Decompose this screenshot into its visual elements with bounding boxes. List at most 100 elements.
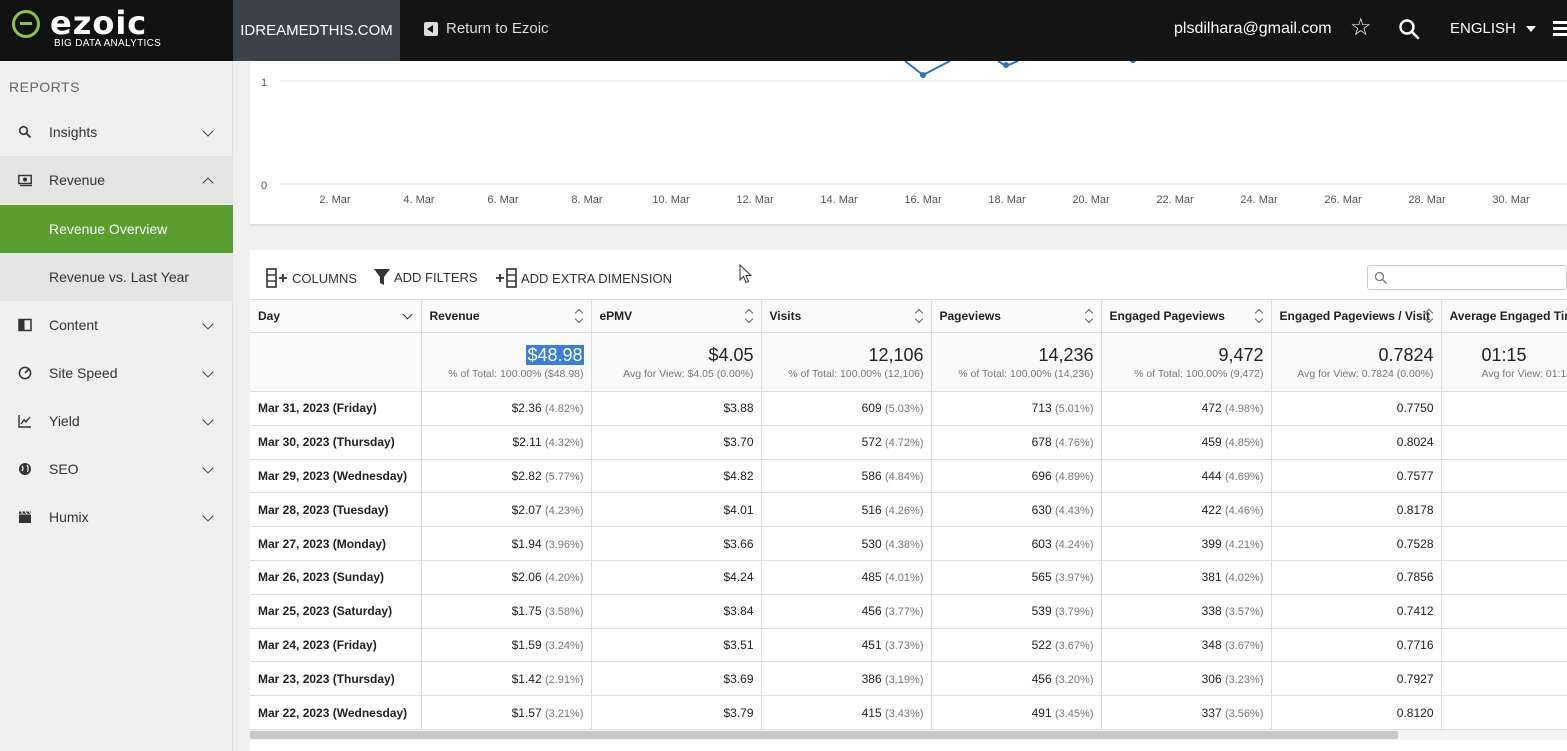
user-email[interactable]: plsdilhara@gmail.com bbox=[1174, 20, 1332, 38]
return-to-ezoic-button[interactable]: Return to Ezoic bbox=[424, 20, 549, 37]
sidebar-item-revenue-overview[interactable]: Revenue Overview bbox=[0, 205, 233, 253]
cell-value: Mar 27, 2023 (Monday) bbox=[258, 536, 387, 551]
cell-value: Mar 31, 2023 (Friday) bbox=[258, 401, 377, 416]
cell-value: $3.66 bbox=[723, 536, 754, 551]
sidebar-item-content[interactable]: Content bbox=[0, 301, 233, 349]
cell-value: $1.42 bbox=[511, 671, 542, 686]
cell-value: 306 bbox=[1201, 671, 1222, 686]
cell-percentage: (5.03%) bbox=[884, 403, 924, 416]
column-header-engaged-pageviews[interactable]: Engaged Pageviews bbox=[1101, 299, 1272, 333]
day-cell: Mar 24, 2023 (Friday) bbox=[250, 628, 422, 663]
add-filters-button[interactable]: ADD FILTERS bbox=[374, 268, 478, 286]
language-selector[interactable]: ENGLISH bbox=[1450, 20, 1536, 37]
summary-cell-engaged-pv-visit: 0.7824 Avg for View: 0.7824 (0.00%) bbox=[1271, 332, 1442, 392]
search-icon[interactable] bbox=[1398, 18, 1420, 40]
revenue-cell: $1.94 (3.96%) bbox=[421, 526, 592, 561]
table-row[interactable]: Mar 23, 2023 (Thursday) $1.42 (2.91%) $3.6… bbox=[250, 661, 1567, 697]
cell-value: 422 bbox=[1201, 502, 1222, 517]
cell-percentage: (4.02%) bbox=[1224, 572, 1264, 585]
engaged-pv-visit-cell: 0.7577 bbox=[1271, 459, 1442, 494]
star-icon[interactable]: ☆ bbox=[1350, 16, 1372, 40]
back-arrow-icon bbox=[424, 21, 438, 36]
sidebar-item-label: SEO bbox=[49, 461, 79, 477]
ezoic-logo[interactable]: ezoic BIG DATA ANALYTICS bbox=[0, 0, 233, 61]
visits-cell: 485 (4.01%) bbox=[761, 560, 932, 595]
table-row[interactable]: Mar 26, 2023 (Sunday) $2.06 (4.20%) $4.24 4… bbox=[250, 560, 1567, 595]
sidebar-item-label: Humix bbox=[49, 509, 89, 525]
x-tick-label: 24. Mar bbox=[1240, 194, 1278, 206]
sidebar-item-humix[interactable]: Humix bbox=[0, 493, 233, 541]
site-selector-button[interactable]: IDREAMEDTHIS.COM bbox=[233, 0, 400, 61]
revenue-cell: $1.42 (2.91%) bbox=[421, 661, 592, 697]
cell-value: $4.24 bbox=[723, 570, 754, 585]
avg-engaged-time-cell bbox=[1441, 560, 1567, 595]
cell-percentage: (3.24%) bbox=[544, 639, 584, 652]
cell-value: 516 bbox=[861, 502, 882, 517]
table-row[interactable]: Mar 25, 2023 (Saturday) $1.75 (3.58%) $3.8… bbox=[250, 594, 1567, 629]
table-search[interactable] bbox=[1367, 265, 1567, 290]
cell-value: 451 bbox=[861, 637, 882, 652]
column-header-engaged-pageviews-per-visit[interactable]: Engaged Pageviews / Visit bbox=[1271, 299, 1442, 333]
sidebar-item-insights[interactable]: Insights bbox=[0, 108, 233, 156]
revenue-cell: $2.36 (4.82%) bbox=[421, 391, 592, 426]
table-row[interactable]: Mar 31, 2023 (Friday) $2.36 (4.82%) $3.88 6… bbox=[250, 391, 1567, 426]
sidebar-item-seo[interactable]: SEO bbox=[0, 445, 233, 493]
revenue-cell: $2.07 (4.23%) bbox=[421, 492, 592, 528]
table-row[interactable]: Mar 24, 2023 (Friday) $1.59 (3.24%) $3.51 4… bbox=[250, 628, 1567, 663]
cell-percentage: (3.67%) bbox=[1224, 639, 1264, 652]
day-cell: Mar 23, 2023 (Thursday) bbox=[250, 661, 422, 697]
summary-note: % of Total: 100.00% ($48.98) bbox=[448, 367, 584, 380]
pageviews-cell: 713 (5.01%) bbox=[931, 391, 1102, 426]
cell-percentage: (3.97%) bbox=[1054, 572, 1094, 585]
column-header-visits[interactable]: Visits bbox=[761, 299, 932, 333]
table-row[interactable]: Mar 29, 2023 (Wednesday) $2.82 (5.77%) $4.… bbox=[250, 459, 1567, 494]
table-row[interactable]: Mar 28, 2023 (Tuesday) $2.07 (4.23%) $4.01… bbox=[250, 492, 1567, 528]
table-row[interactable]: Mar 22, 2023 (Wednesday) $1.57 (3.21%) $3.… bbox=[250, 695, 1567, 730]
table-row[interactable]: Mar 30, 2023 (Thursday) $2.11 (4.32%) $3.7… bbox=[250, 425, 1567, 460]
summary-cell-epmv: $4.05 Avg for View: $4.05 (0.00%) bbox=[591, 332, 762, 392]
table-row[interactable]: Mar 27, 2023 (Monday) $1.94 (3.96%) $3.66 5… bbox=[250, 526, 1567, 561]
summary-value: 14,236 bbox=[1038, 344, 1094, 365]
column-header-average-engaged-time[interactable]: Average Engaged Time bbox=[1441, 299, 1567, 333]
avg-engaged-time-cell bbox=[1441, 425, 1567, 460]
cell-value: $3.51 bbox=[723, 637, 754, 652]
cell-value: 415 bbox=[861, 705, 882, 720]
revenue-cell: $1.75 (3.58%) bbox=[421, 594, 592, 629]
filter-icon bbox=[374, 269, 390, 285]
column-header-revenue[interactable]: Revenue bbox=[421, 299, 592, 333]
table-search-input[interactable] bbox=[1392, 267, 1562, 288]
pageviews-cell: 696 (4.89%) bbox=[931, 459, 1102, 494]
menu-icon[interactable] bbox=[1553, 21, 1567, 37]
revenue-cell: $2.82 (5.77%) bbox=[421, 459, 592, 494]
column-header-day[interactable]: Day bbox=[250, 299, 422, 333]
cell-value: 696 bbox=[1031, 468, 1052, 483]
cell-percentage: (3.96%) bbox=[544, 538, 584, 551]
header-label: Visits bbox=[769, 309, 802, 323]
engaged-pv-visit-cell: 0.8120 bbox=[1271, 695, 1442, 730]
summary-note: Avg for View: 0.7824 (0.00%) bbox=[1297, 367, 1434, 380]
sidebar-item-yield[interactable]: Yield bbox=[0, 397, 233, 445]
sidebar-item-revenue-vs-last-year[interactable]: Revenue vs. Last Year bbox=[0, 253, 233, 301]
pageviews-cell: 539 (3.79%) bbox=[931, 594, 1102, 629]
horizontal-scrollbar[interactable] bbox=[250, 730, 1567, 740]
chart-point bbox=[1003, 62, 1009, 68]
day-cell: Mar 29, 2023 (Wednesday) bbox=[250, 459, 422, 494]
cell-percentage: (4.21%) bbox=[1224, 538, 1264, 551]
cell-percentage: (3.45%) bbox=[1054, 707, 1094, 720]
cell-value: $1.59 bbox=[511, 637, 542, 652]
add-extra-dimension-button[interactable]: ADD EXTRA DIMENSION bbox=[495, 268, 672, 288]
cell-value: 678 bbox=[1031, 435, 1052, 450]
scrollbar-thumb[interactable] bbox=[250, 731, 1398, 739]
sidebar-item-site-speed[interactable]: Site Speed bbox=[0, 349, 233, 397]
engaged-pageviews-cell: 381 (4.02%) bbox=[1101, 560, 1272, 595]
x-tick-label: 8. Mar bbox=[571, 194, 603, 206]
cell-value: 0.8024 bbox=[1396, 435, 1434, 450]
x-axis-ticks: 2. Mar 4. Mar 6. Mar 8. Mar 10. Mar 12. Mar 14… bbox=[319, 194, 1530, 206]
sidebar-item-revenue[interactable]: Revenue bbox=[0, 156, 233, 204]
engaged-pv-visit-cell: 0.8024 bbox=[1271, 425, 1442, 460]
cell-value: 0.7412 bbox=[1396, 604, 1434, 619]
column-header-epmv[interactable]: ePMV bbox=[591, 299, 762, 333]
engaged-pv-visit-cell: 0.7716 bbox=[1271, 628, 1442, 663]
column-header-pageviews[interactable]: Pageviews bbox=[931, 299, 1102, 333]
columns-button[interactable]: COLUMNS bbox=[266, 268, 357, 288]
